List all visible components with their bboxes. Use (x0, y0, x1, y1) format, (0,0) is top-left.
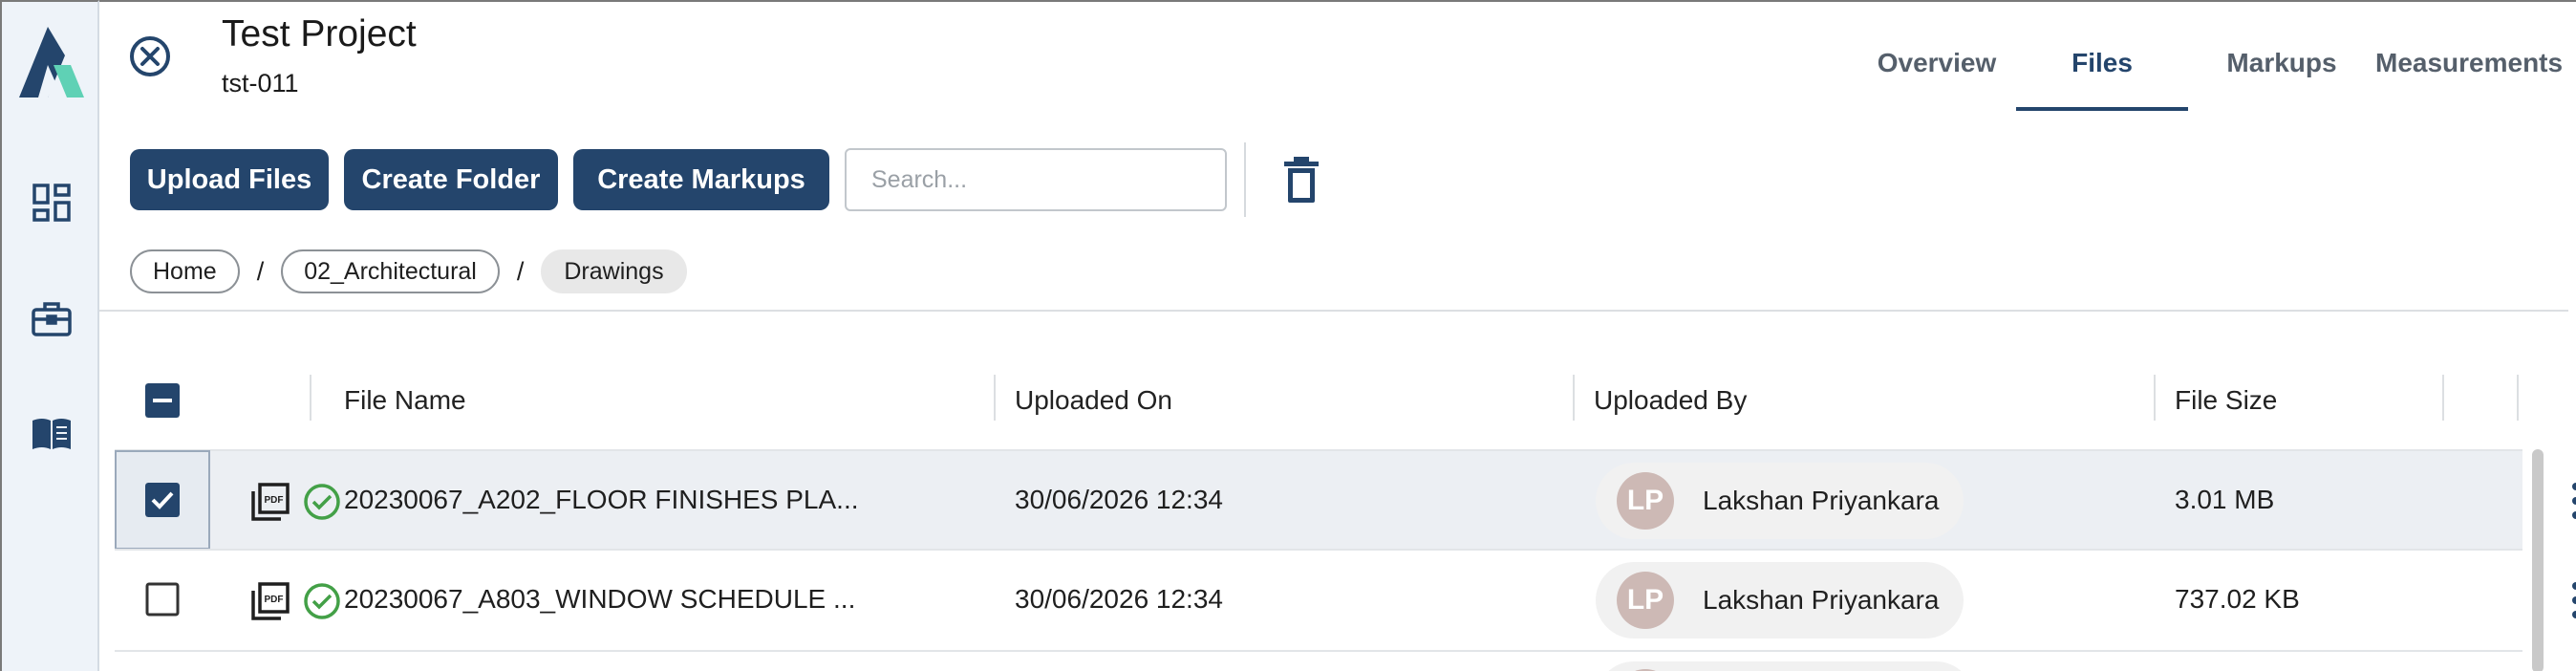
breadcrumb-architectural[interactable]: 02_Architectural (281, 249, 500, 293)
file-name[interactable]: 20230067_A803_WINDOW SCHEDULE ... (344, 584, 855, 615)
row-select-cell (115, 550, 210, 649)
left-nav-rail (0, 0, 99, 671)
column-separator (2154, 375, 2156, 421)
column-separator (2442, 375, 2444, 421)
toolbar-divider (1244, 142, 1246, 217)
column-separator (1573, 375, 1575, 421)
breadcrumb-current[interactable]: Drawings (541, 249, 687, 293)
svg-text:PDF: PDF (265, 495, 284, 506)
create-folder-button[interactable]: Create Folder (344, 149, 558, 210)
pdf-stack-icon: PDF (251, 483, 290, 521)
project-code: tst-011 (222, 69, 299, 97)
search-input[interactable] (845, 148, 1227, 211)
dashboard-icon[interactable] (31, 182, 73, 224)
upload-files-button[interactable]: Upload Files (130, 149, 329, 210)
project-tabs: Overview Files Markups Measurements (1857, 31, 2563, 111)
uploader-name: Lakshan Priyankara (1703, 486, 1940, 515)
uploader-chip: LP Lakshan Priyankara (1596, 463, 1964, 539)
files-table: File Name Uploaded On Uploaded By File S… (115, 352, 2576, 649)
row-checkbox[interactable] (145, 582, 180, 617)
file-size: 737.02 KB (2175, 584, 2300, 614)
tab-overview[interactable]: Overview (1857, 31, 2016, 111)
project-title: Test Project (222, 13, 417, 54)
select-all-checkbox[interactable] (145, 383, 180, 418)
column-separator (994, 375, 996, 421)
trash-icon[interactable] (1280, 155, 1322, 205)
row-checkbox-checked[interactable] (145, 483, 180, 517)
check-circle-icon (304, 583, 340, 619)
uploader-name: Lakshan Priyankara (1703, 585, 1940, 615)
avatar: LP (1617, 472, 1674, 530)
column-separator (310, 375, 311, 421)
uploader-chip: LP Lakshan Priyankara (1596, 562, 1964, 639)
main-panel: Test Project tst-011 Overview Files Mark… (99, 0, 2576, 671)
header-file-name[interactable]: File Name (344, 377, 466, 424)
header-file-size[interactable]: File Size (2175, 377, 2277, 424)
tab-measurements[interactable]: Measurements (2375, 31, 2563, 111)
create-markups-button[interactable]: Create Markups (573, 149, 829, 210)
files-toolbar: Upload Files Create Folder Create Markup… (130, 142, 1322, 217)
column-separator (2517, 375, 2519, 421)
breadcrumb-home[interactable]: Home (130, 249, 240, 293)
file-size: 3.01 MB (2175, 485, 2275, 514)
table-row-partial (115, 650, 2522, 671)
breadcrumb: Home / 02_Architectural / Drawings (130, 249, 687, 294)
check-circle-icon (304, 484, 340, 520)
tab-markups[interactable]: Markups (2188, 31, 2375, 111)
close-icon[interactable] (128, 34, 172, 78)
breadcrumb-separator: / (256, 256, 265, 286)
header-uploaded-on[interactable]: Uploaded On (1015, 377, 1172, 424)
app-logo[interactable] (19, 27, 84, 97)
avatar: LP (1617, 572, 1674, 629)
table-scrollbar[interactable] (2532, 449, 2544, 671)
header-divider (99, 310, 2568, 312)
uploaded-on: 30/06/2026 12:34 (1015, 485, 1223, 514)
book-icon[interactable] (31, 413, 73, 455)
select-all-cell (115, 351, 210, 450)
table-row[interactable]: PDF 20230067_A202_FLOOR FINISHES PLA... … (115, 449, 2576, 550)
app-window: Test Project tst-011 Overview Files Mark… (0, 0, 2576, 671)
row-select-cell (115, 450, 210, 550)
pdf-stack-icon: PDF (251, 582, 290, 620)
tab-files[interactable]: Files (2016, 31, 2188, 111)
header-uploaded-by[interactable]: Uploaded By (1594, 377, 1747, 424)
svg-text:PDF: PDF (265, 595, 284, 605)
breadcrumb-separator: / (516, 256, 525, 286)
uploaded-on: 30/06/2026 12:34 (1015, 584, 1223, 614)
more-vertical-icon[interactable] (2570, 581, 2576, 619)
more-vertical-icon[interactable] (2570, 482, 2576, 520)
file-name[interactable]: 20230067_A202_FLOOR FINISHES PLA... (344, 485, 859, 515)
table-row[interactable]: PDF 20230067_A803_WINDOW SCHEDULE ... 30… (115, 549, 2576, 649)
table-header: File Name Uploaded On Uploaded By File S… (115, 352, 2522, 449)
briefcase-icon[interactable] (31, 298, 73, 340)
